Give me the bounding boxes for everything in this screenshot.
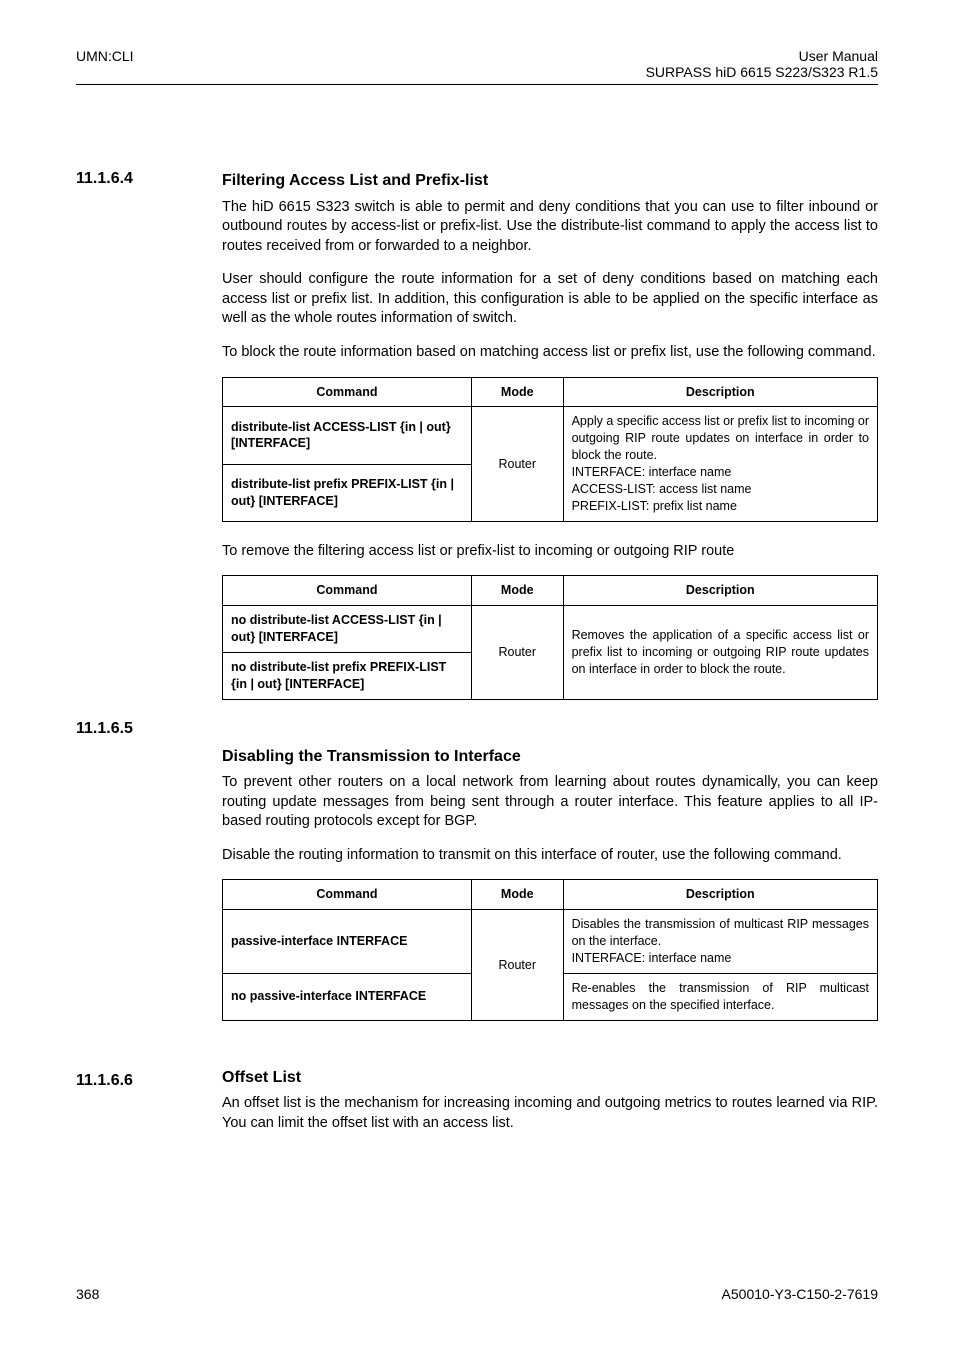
section-number-1: 11.1.6.4	[76, 170, 133, 188]
paragraph: The hiD 6615 S323 switch is able to perm…	[222, 198, 878, 257]
th-command: Command	[223, 880, 472, 910]
table-cell: Apply a specific access list or prefix l…	[563, 407, 877, 521]
section-title-2: Disabling the Transmission to Interface	[222, 746, 878, 768]
table-cell: Removes the application of a specific ac…	[563, 606, 877, 700]
command-table-1: Command Mode Description distribute-list…	[222, 377, 878, 522]
table-cell: Disables the transmission of multicast R…	[563, 910, 877, 974]
th-command: Command	[223, 576, 472, 606]
command-table-3: Command Mode Description passive-interfa…	[222, 879, 878, 1020]
table-cell: no distribute-list prefix PREFIX-LIST {i…	[223, 652, 472, 699]
paragraph: To block the route information based on …	[222, 343, 878, 363]
th-description: Description	[563, 880, 877, 910]
th-mode: Mode	[471, 377, 563, 407]
table-cell: no distribute-list ACCESS-LIST {in | out…	[223, 606, 472, 653]
paragraph: To remove the filtering access list or p…	[222, 542, 878, 562]
command-table-2: Command Mode Description no distribute-l…	[222, 575, 878, 699]
table-cell: distribute-list prefix PREFIX-LIST {in |…	[223, 464, 472, 521]
header-left: UMN:CLI	[76, 48, 134, 64]
th-command: Command	[223, 377, 472, 407]
table-cell: passive-interface INTERFACE	[223, 910, 472, 974]
section-number-2: 11.1.6.5	[76, 720, 133, 738]
paragraph: An offset list is the mechanism for incr…	[222, 1094, 878, 1133]
header-right-bottom: SURPASS hiD 6615 S223/S323 R1.5	[646, 64, 878, 80]
section-number-3: 11.1.6.6	[76, 1072, 133, 1090]
section-title-1: Filtering Access List and Prefix-list	[222, 170, 878, 192]
section-title-3: Offset List	[222, 1067, 878, 1089]
header-rule	[76, 84, 878, 85]
th-description: Description	[563, 576, 877, 606]
paragraph: User should configure the route informat…	[222, 270, 878, 329]
table-cell: distribute-list ACCESS-LIST {in | out} […	[223, 407, 472, 464]
paragraph: Disable the routing information to trans…	[222, 846, 878, 866]
table-cell: no passive-interface INTERFACE	[223, 973, 472, 1020]
paragraph: To prevent other routers on a local netw…	[222, 773, 878, 832]
doc-id: A50010-Y3-C150-2-7619	[722, 1286, 878, 1302]
th-mode: Mode	[471, 880, 563, 910]
table-cell: Router	[471, 910, 563, 1020]
table-cell: Re-enables the transmission of RIP multi…	[563, 973, 877, 1020]
page-number: 368	[76, 1286, 99, 1302]
th-description: Description	[563, 377, 877, 407]
table-cell: Router	[471, 407, 563, 521]
th-mode: Mode	[471, 576, 563, 606]
table-cell: Router	[471, 606, 563, 700]
header-right-top: User Manual	[799, 48, 878, 64]
